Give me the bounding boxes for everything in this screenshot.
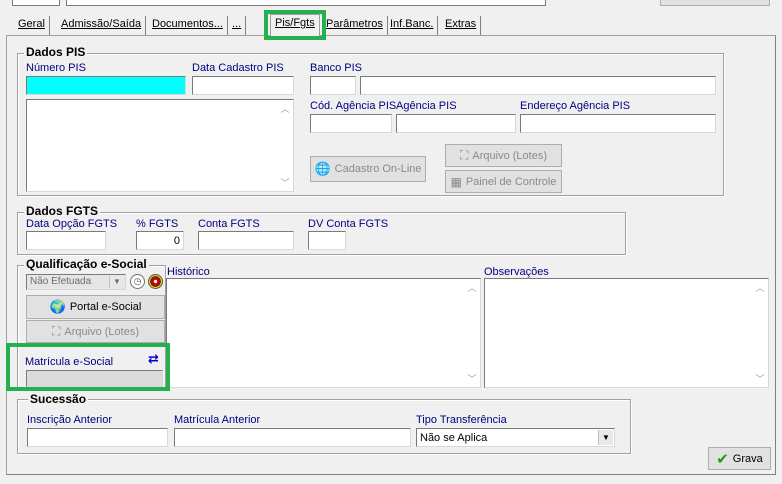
matricula-anterior-label: Matrícula Anterior <box>174 414 261 426</box>
endereco-agencia-pis-label: Endereço Agência PIS <box>520 100 631 112</box>
chevron-down-icon[interactable]: ﹀ <box>755 372 764 385</box>
percent-fgts-label: % FGTS <box>136 218 179 230</box>
grava-button[interactable]: ✔ Grava <box>708 447 771 470</box>
banco-pis-label: Banco PIS <box>310 62 362 74</box>
portal-esocial-label: Portal e-Social <box>69 301 142 313</box>
conta-fgts-input[interactable] <box>198 231 294 250</box>
data-opcao-fgts-input[interactable] <box>26 231 106 250</box>
tipo-transferencia-label: Tipo Transferência <box>416 414 507 426</box>
tab-documentos[interactable]: Documentos... <box>148 16 228 36</box>
tipo-transferencia-select[interactable]: Não se Aplica ▼ <box>416 428 615 447</box>
chevron-down-icon[interactable]: ﹀ <box>280 176 289 189</box>
lotes-icon: ⛶ <box>52 324 61 338</box>
esocial-status-select[interactable]: Não Efetuada ▼ <box>26 274 126 290</box>
dados-pis-title: Dados PIS <box>24 45 88 59</box>
observacoes-label: Observações <box>484 266 549 278</box>
tipo-transferencia-value: Não se Aplica <box>420 432 488 444</box>
data-opcao-fgts-label: Data Opção FGTS <box>26 218 118 230</box>
cadastro-online-label: Cadastro On-Line <box>334 163 422 175</box>
dados-fgts-title: Dados FGTS <box>24 204 101 218</box>
percent-fgts-input[interactable]: 0 <box>136 231 184 250</box>
matricula-esocial-label: Matrícula e-Social <box>25 356 114 368</box>
checkmark-icon: ✔ <box>716 450 729 468</box>
tab-inf-banc[interactable]: Inf.Banc. <box>386 16 439 36</box>
inscricao-anterior-input[interactable] <box>27 428 168 447</box>
tab-extras[interactable]: Extras <box>441 16 482 36</box>
painel-controle-label: Painel de Controle <box>465 175 557 188</box>
historico-scrollbar[interactable]: ︿ ﹀ <box>464 279 480 387</box>
banco-pis-code-input[interactable] <box>310 76 356 95</box>
arquivo-lotes-pis-button[interactable]: ⛶ Arquivo (Lotes) <box>445 144 562 167</box>
tab-geral[interactable]: Geral <box>14 16 50 36</box>
observacoes-scrollbar[interactable]: ︿ ﹀ <box>752 279 768 387</box>
dv-conta-fgts-label: DV Conta FGTS <box>308 218 389 230</box>
tab-admissao-saida[interactable]: Admissão/Saída <box>57 16 147 36</box>
numero-pis-input[interactable] <box>26 76 186 95</box>
top-button-right <box>660 0 770 6</box>
data-cadastro-pis-input[interactable] <box>192 76 294 95</box>
top-field-main <box>66 0 546 6</box>
arquivo-lotes-pis-label: Arquivo (Lotes) <box>472 149 547 162</box>
observacoes-textarea[interactable]: ︿ ﹀ <box>484 278 769 388</box>
conta-fgts-label: Conta FGTS <box>198 218 260 230</box>
numero-pis-label: Número PIS <box>26 62 86 74</box>
grava-label: Grava <box>732 452 763 465</box>
matricula-anterior-input[interactable] <box>174 428 411 447</box>
esocial-title: Qualificação e-Social <box>24 257 149 271</box>
chevron-down-icon[interactable]: ▼ <box>109 276 124 288</box>
cod-agencia-pis-label: Cód. Agência PIS <box>310 100 397 112</box>
globe-icon: 🌐 <box>314 161 331 176</box>
inscricao-anterior-label: Inscrição Anterior <box>27 414 112 426</box>
lotes-icon: ⛶ <box>460 148 469 162</box>
top-strip <box>0 0 782 8</box>
data-cadastro-pis-label: Data Cadastro PIS <box>192 62 284 74</box>
pis-notes-textarea[interactable]: ︿ ﹀ <box>26 99 294 192</box>
sucessao-title: Sucessão <box>28 392 89 406</box>
agencia-pis-label: Agência PIS <box>396 100 457 112</box>
top-field-left <box>12 0 60 6</box>
historico-label: Histórico <box>167 266 210 278</box>
chevron-down-icon[interactable]: ﹀ <box>467 372 476 385</box>
painel-controle-button[interactable]: ▦ Painel de Controle <box>445 170 562 193</box>
agencia-pis-input[interactable] <box>396 114 516 133</box>
chevron-up-icon[interactable]: ︿ <box>755 281 764 294</box>
chevron-up-icon[interactable]: ︿ <box>467 281 476 294</box>
matricula-esocial-input[interactable] <box>26 370 163 387</box>
target-icon[interactable] <box>148 274 163 289</box>
control-panel-icon: ▦ <box>450 174 462 189</box>
tab-parametros[interactable]: Parâmetros <box>322 16 388 36</box>
cadastro-online-button[interactable]: 🌐 Cadastro On-Line <box>310 156 426 182</box>
banco-pis-name-input[interactable] <box>360 76 716 95</box>
cod-agencia-pis-input[interactable] <box>310 114 392 133</box>
clock-icon[interactable]: ◷ <box>130 274 145 289</box>
chevron-up-icon[interactable]: ︿ <box>280 102 289 115</box>
arquivo-lotes-esocial-button[interactable]: ⛶ Arquivo (Lotes) <box>26 320 165 343</box>
dv-conta-fgts-input[interactable] <box>308 231 346 250</box>
historico-textarea[interactable]: ︿ ﹀ <box>166 278 481 388</box>
chevron-down-icon[interactable]: ▼ <box>598 430 613 445</box>
pis-notes-scrollbar[interactable]: ︿ ﹀ <box>277 100 293 191</box>
tab-more[interactable]: ... <box>228 16 247 36</box>
tab-pis-fgts[interactable]: Pis/Fgts <box>270 14 320 36</box>
arquivo-lotes-esocial-label: Arquivo (Lotes) <box>64 325 139 338</box>
globe-icon: 🌍 <box>49 299 66 314</box>
endereco-agencia-pis-input[interactable] <box>520 114 716 133</box>
add-matricula-icon[interactable]: ⇄ <box>148 351 164 367</box>
esocial-status-value: Não Efetuada <box>30 276 92 287</box>
portal-esocial-button[interactable]: 🌍 Portal e-Social <box>26 295 165 319</box>
